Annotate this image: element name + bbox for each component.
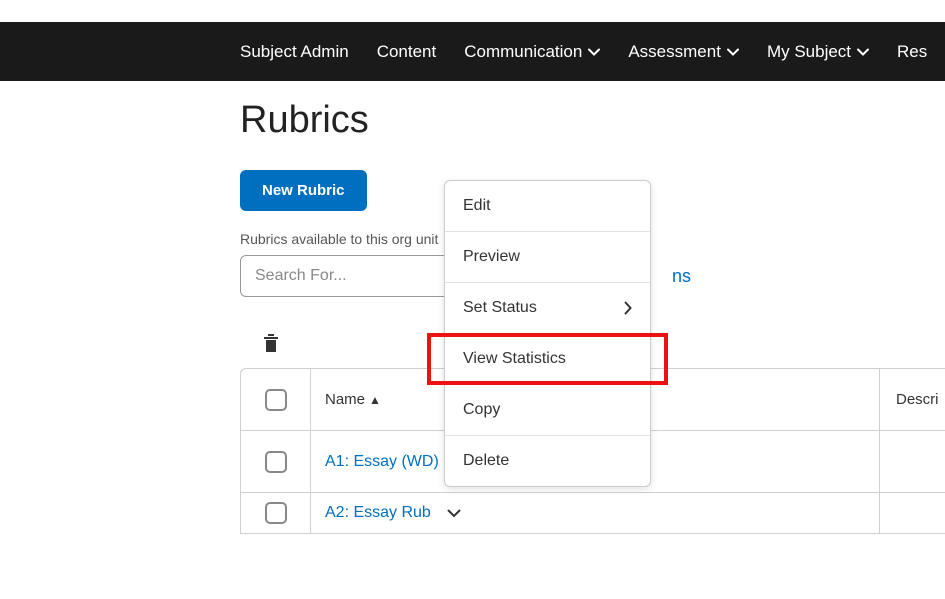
- nav-content[interactable]: Content: [377, 42, 437, 62]
- chevron-down-icon: [857, 48, 869, 56]
- menu-label: Delete: [463, 452, 509, 470]
- rubric-link[interactable]: A1: Essay (WD): [325, 453, 439, 471]
- column-label: Descri: [896, 391, 939, 408]
- column-header-description[interactable]: Descri: [879, 369, 945, 430]
- nav-my-subject[interactable]: My Subject: [767, 42, 869, 62]
- sort-asc-icon: ▲: [369, 393, 381, 407]
- rubric-actions-menu: Edit Preview Set Status View Statistics …: [444, 180, 651, 487]
- row-select-cell: [241, 431, 311, 492]
- menu-label: View Statistics: [463, 350, 566, 368]
- row-actions-button[interactable]: [439, 509, 469, 518]
- menu-item-view-statistics[interactable]: View Statistics: [445, 334, 650, 385]
- row-checkbox[interactable]: [265, 502, 287, 524]
- link-fragment[interactable]: ns: [672, 266, 691, 287]
- menu-item-copy[interactable]: Copy: [445, 385, 650, 436]
- nav-label: Content: [377, 42, 437, 62]
- select-all-checkbox[interactable]: [265, 389, 287, 411]
- nav-assessment[interactable]: Assessment: [628, 42, 739, 62]
- row-description-cell: [879, 493, 945, 533]
- menu-item-delete[interactable]: Delete: [445, 436, 650, 486]
- menu-item-preview[interactable]: Preview: [445, 232, 650, 283]
- nav-label: Res: [897, 42, 927, 62]
- nav-label: Subject Admin: [240, 42, 349, 62]
- row-checkbox[interactable]: [265, 451, 287, 473]
- menu-label: Preview: [463, 248, 520, 266]
- chevron-down-icon: [727, 48, 739, 56]
- row-name-cell: A2: Essay Rub: [311, 504, 879, 522]
- chevron-down-icon: [588, 48, 600, 56]
- menu-label: Edit: [463, 197, 491, 215]
- nav-res[interactable]: Res: [897, 42, 927, 62]
- trash-icon[interactable]: [262, 340, 280, 357]
- row-select-cell: [241, 493, 311, 533]
- top-nav: Subject Admin Content Communication Asse…: [0, 22, 945, 81]
- nav-label: Communication: [464, 42, 582, 62]
- menu-item-set-status[interactable]: Set Status: [445, 283, 650, 334]
- nav-label: My Subject: [767, 42, 851, 62]
- chevron-right-icon: [624, 301, 632, 315]
- rubric-link[interactable]: A2: Essay Rub: [325, 504, 431, 522]
- column-label: Name: [325, 391, 365, 408]
- page-title: Rubrics: [240, 99, 945, 142]
- select-all-cell: [241, 369, 311, 430]
- menu-label: Set Status: [463, 299, 537, 317]
- nav-communication[interactable]: Communication: [464, 42, 600, 62]
- new-rubric-button[interactable]: New Rubric: [240, 170, 367, 211]
- table-row: A2: Essay Rub: [241, 493, 945, 533]
- menu-item-edit[interactable]: Edit: [445, 181, 650, 232]
- row-description-cell: [879, 431, 945, 492]
- nav-label: Assessment: [628, 42, 721, 62]
- nav-subject-admin[interactable]: Subject Admin: [240, 42, 349, 62]
- menu-label: Copy: [463, 401, 500, 419]
